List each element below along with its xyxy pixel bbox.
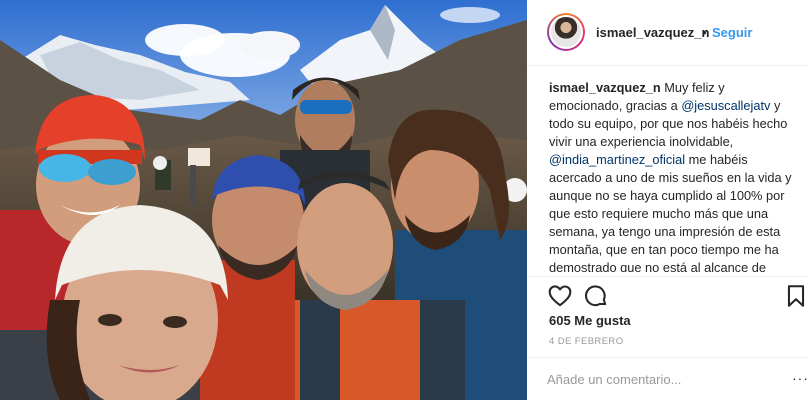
post-date: 4 DE FEBRERO — [549, 336, 624, 347]
post-photo[interactable] — [0, 0, 527, 400]
comment-bar: ··· — [527, 357, 808, 400]
comment-icon[interactable] — [583, 283, 609, 309]
post-details-panel: ismael_vazquez_n • Seguir ismael_vazquez… — [527, 0, 808, 400]
header-separator: • — [702, 25, 707, 40]
post-actions — [527, 276, 808, 312]
caption-text-3: me habéis acercado a uno de mis sueños e… — [549, 152, 792, 272]
likes-count[interactable]: 605 Me gusta — [549, 313, 631, 328]
photo-illustration — [0, 0, 527, 400]
follow-button[interactable]: Seguir — [712, 25, 752, 40]
heart-icon[interactable] — [547, 283, 573, 309]
avatar[interactable] — [547, 13, 585, 51]
comment-input[interactable] — [547, 369, 777, 389]
bookmark-icon[interactable] — [783, 283, 808, 309]
more-options-icon[interactable]: ··· — [792, 370, 808, 386]
mention-link-1[interactable]: @jesuscallejatv — [681, 98, 770, 113]
mention-link-2[interactable]: @india_martinez_oficial — [549, 152, 685, 167]
post-header: ismael_vazquez_n • Seguir — [527, 0, 808, 66]
post-caption: ismael_vazquez_n Muy feliz y emocionado,… — [549, 79, 799, 272]
header-username-link[interactable]: ismael_vazquez_n — [596, 25, 709, 40]
caption-author-link[interactable]: ismael_vazquez_n — [549, 80, 661, 95]
